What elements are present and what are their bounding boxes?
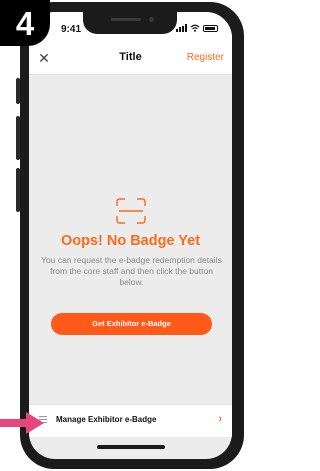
- battery-icon: [203, 24, 218, 32]
- empty-state-title: Oops! No Badge Yet: [60, 233, 201, 249]
- phone-mute-switch: [16, 78, 20, 104]
- chevron-right-icon: ›: [218, 413, 222, 425]
- phone-screen: 9:41 ✕ Title Register Oops! No Badge Yet…: [29, 12, 232, 459]
- phone-volume-up: [16, 116, 20, 160]
- get-exhibitor-badge-button[interactable]: Get Exhibitor e-Badge: [51, 313, 212, 335]
- scan-icon: [116, 198, 146, 224]
- front-camera: [149, 17, 154, 22]
- manage-badge-row[interactable]: Manage Exhibitor e-Badge ›: [29, 404, 232, 437]
- manage-badge-label: Manage Exhibitor e-Badge: [56, 415, 157, 424]
- signal-icon: [176, 24, 187, 32]
- step-badge: 4: [0, 0, 50, 46]
- speaker-grille: [111, 18, 141, 21]
- status-bar: 9:41: [29, 12, 232, 42]
- nav-bar: ✕ Title Register: [29, 42, 232, 75]
- empty-state: Oops! No Badge Yet You can request the e…: [29, 75, 232, 405]
- register-link[interactable]: Register: [187, 52, 224, 63]
- status-icons: [176, 24, 218, 32]
- phone-volume-down: [16, 168, 20, 212]
- notch: [83, 12, 177, 34]
- step-number: 4: [15, 5, 35, 42]
- empty-state-description: You can request the e-badge redemption d…: [41, 255, 222, 287]
- status-time: 9:41: [61, 24, 82, 35]
- pointer-arrow-icon: [0, 412, 44, 434]
- home-indicator: [97, 445, 165, 449]
- wifi-icon: [190, 24, 200, 32]
